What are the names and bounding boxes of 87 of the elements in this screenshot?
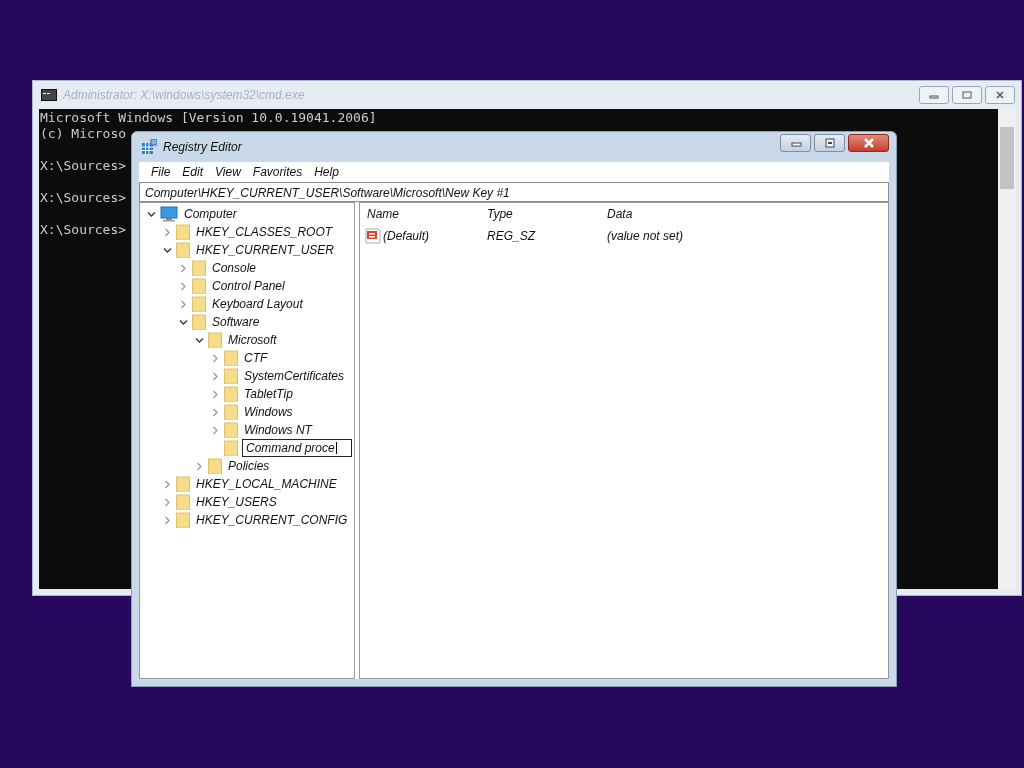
folder-icon (176, 242, 190, 258)
expand-chevron-icon[interactable] (194, 461, 204, 471)
console-line: X:\Sources> (40, 190, 127, 205)
tree-item[interactable]: HKEY_CURRENT_CONFIG (196, 513, 348, 527)
expand-chevron-icon[interactable] (162, 515, 172, 525)
close-icon (862, 138, 875, 148)
expand-chevron-icon[interactable] (162, 497, 172, 507)
column-header[interactable]: Name (360, 207, 487, 221)
value-name[interactable]: (Default) (383, 229, 429, 243)
collapse-chevron-icon[interactable] (178, 317, 188, 327)
collapse-chevron-icon[interactable] (146, 209, 156, 219)
column-header[interactable]: Data (607, 207, 633, 221)
folder-icon (224, 422, 238, 438)
tree-item[interactable]: Microsoft (228, 333, 277, 347)
folder-icon (176, 494, 190, 510)
expand-chevron-icon[interactable] (178, 299, 188, 309)
tree-item[interactable]: Windows (244, 405, 293, 419)
folder-icon (208, 458, 222, 474)
rename-field[interactable]: Command proce (242, 439, 352, 457)
value-type: REG_SZ (487, 229, 537, 243)
tree-item[interactable]: TabletTip (244, 387, 293, 401)
menu-item[interactable]: File (145, 165, 177, 179)
tree-item[interactable]: HKEY_CLASSES_ROOT (196, 225, 333, 239)
tree-item[interactable]: Keyboard Layout (212, 297, 303, 311)
maximize-icon (962, 91, 972, 99)
string-value-icon (365, 228, 381, 244)
scroll-thumb[interactable] (1000, 127, 1014, 189)
tree-item[interactable]: Computer (184, 207, 237, 221)
console-line: (c) Microso (40, 126, 127, 141)
expand-chevron-icon[interactable] (178, 263, 188, 273)
tree-item[interactable]: Control Panel (212, 279, 285, 293)
tree-item[interactable]: Policies (228, 459, 270, 473)
folder-icon (208, 332, 222, 348)
folder-icon (176, 476, 190, 492)
collapse-chevron-icon[interactable] (194, 335, 204, 345)
menu-item[interactable]: Help (308, 165, 345, 179)
minimize-icon (789, 139, 802, 147)
folder-icon (224, 404, 238, 420)
folder-icon (224, 368, 238, 384)
console-line: Microsoft Windows [Version 10.0.19041.2006] (40, 110, 377, 125)
folder-icon (176, 224, 190, 240)
expand-chevron-icon[interactable] (210, 389, 220, 399)
tree-item[interactable]: HKEY_USERS (196, 495, 277, 509)
address-bar[interactable]: Computer\HKEY_CURRENT_USER\Software\Microsoft\New Key #1 (139, 182, 889, 202)
expand-chevron-icon[interactable] (210, 371, 220, 381)
expand-chevron-icon[interactable] (178, 281, 188, 291)
minimize-button[interactable] (919, 86, 949, 104)
console-line: X:\Sources> (40, 222, 127, 237)
console-icon (41, 89, 57, 101)
close-button[interactable] (985, 86, 1015, 104)
tree-item[interactable]: HKEY_CURRENT_USER (196, 243, 335, 257)
expand-chevron-icon[interactable] (162, 227, 172, 237)
folder-icon (192, 314, 206, 330)
tree-item[interactable]: HKEY_LOCAL_MACHINE (196, 477, 337, 491)
expand-chevron-icon[interactable] (210, 353, 220, 363)
folder-icon (192, 278, 206, 294)
expand-chevron-icon[interactable] (210, 407, 220, 417)
console-line: X:\Sources> (40, 158, 127, 173)
close-icon (995, 91, 1005, 99)
expand-chevron-icon[interactable] (162, 479, 172, 489)
minimize-button[interactable] (780, 134, 811, 152)
folder-icon (192, 296, 206, 312)
collapse-chevron-icon[interactable] (162, 245, 172, 255)
close-button[interactable] (848, 134, 889, 152)
window-title: Administrator: X:\windows\system32\cmd.exe (63, 88, 305, 102)
tree-item[interactable]: Software (212, 315, 260, 329)
expand-chevron-icon[interactable] (210, 425, 220, 435)
folder-icon (224, 386, 238, 402)
computer-icon (160, 206, 178, 222)
tree-item[interactable]: CTF (244, 351, 268, 365)
folder-icon (176, 512, 190, 528)
registry-icon (141, 139, 157, 155)
menu-item[interactable]: Edit (176, 165, 210, 179)
window-title: Registry Editor (163, 140, 242, 154)
tree-item[interactable]: Console (212, 261, 257, 275)
menu-item[interactable]: Favorites (246, 165, 309, 179)
tree-item[interactable]: Windows NT (244, 423, 312, 437)
value-data: (value not set) (607, 229, 684, 243)
menu-item[interactable]: View (209, 165, 247, 179)
folder-icon (192, 260, 206, 276)
column-header[interactable]: Type (487, 207, 607, 221)
folder-icon (224, 440, 238, 456)
maximize-button[interactable] (814, 134, 845, 152)
tree-item[interactable]: SystemCertificates (244, 369, 345, 383)
maximize-icon (823, 138, 836, 148)
folder-icon (224, 350, 238, 366)
scrollbar[interactable] (998, 109, 1016, 589)
